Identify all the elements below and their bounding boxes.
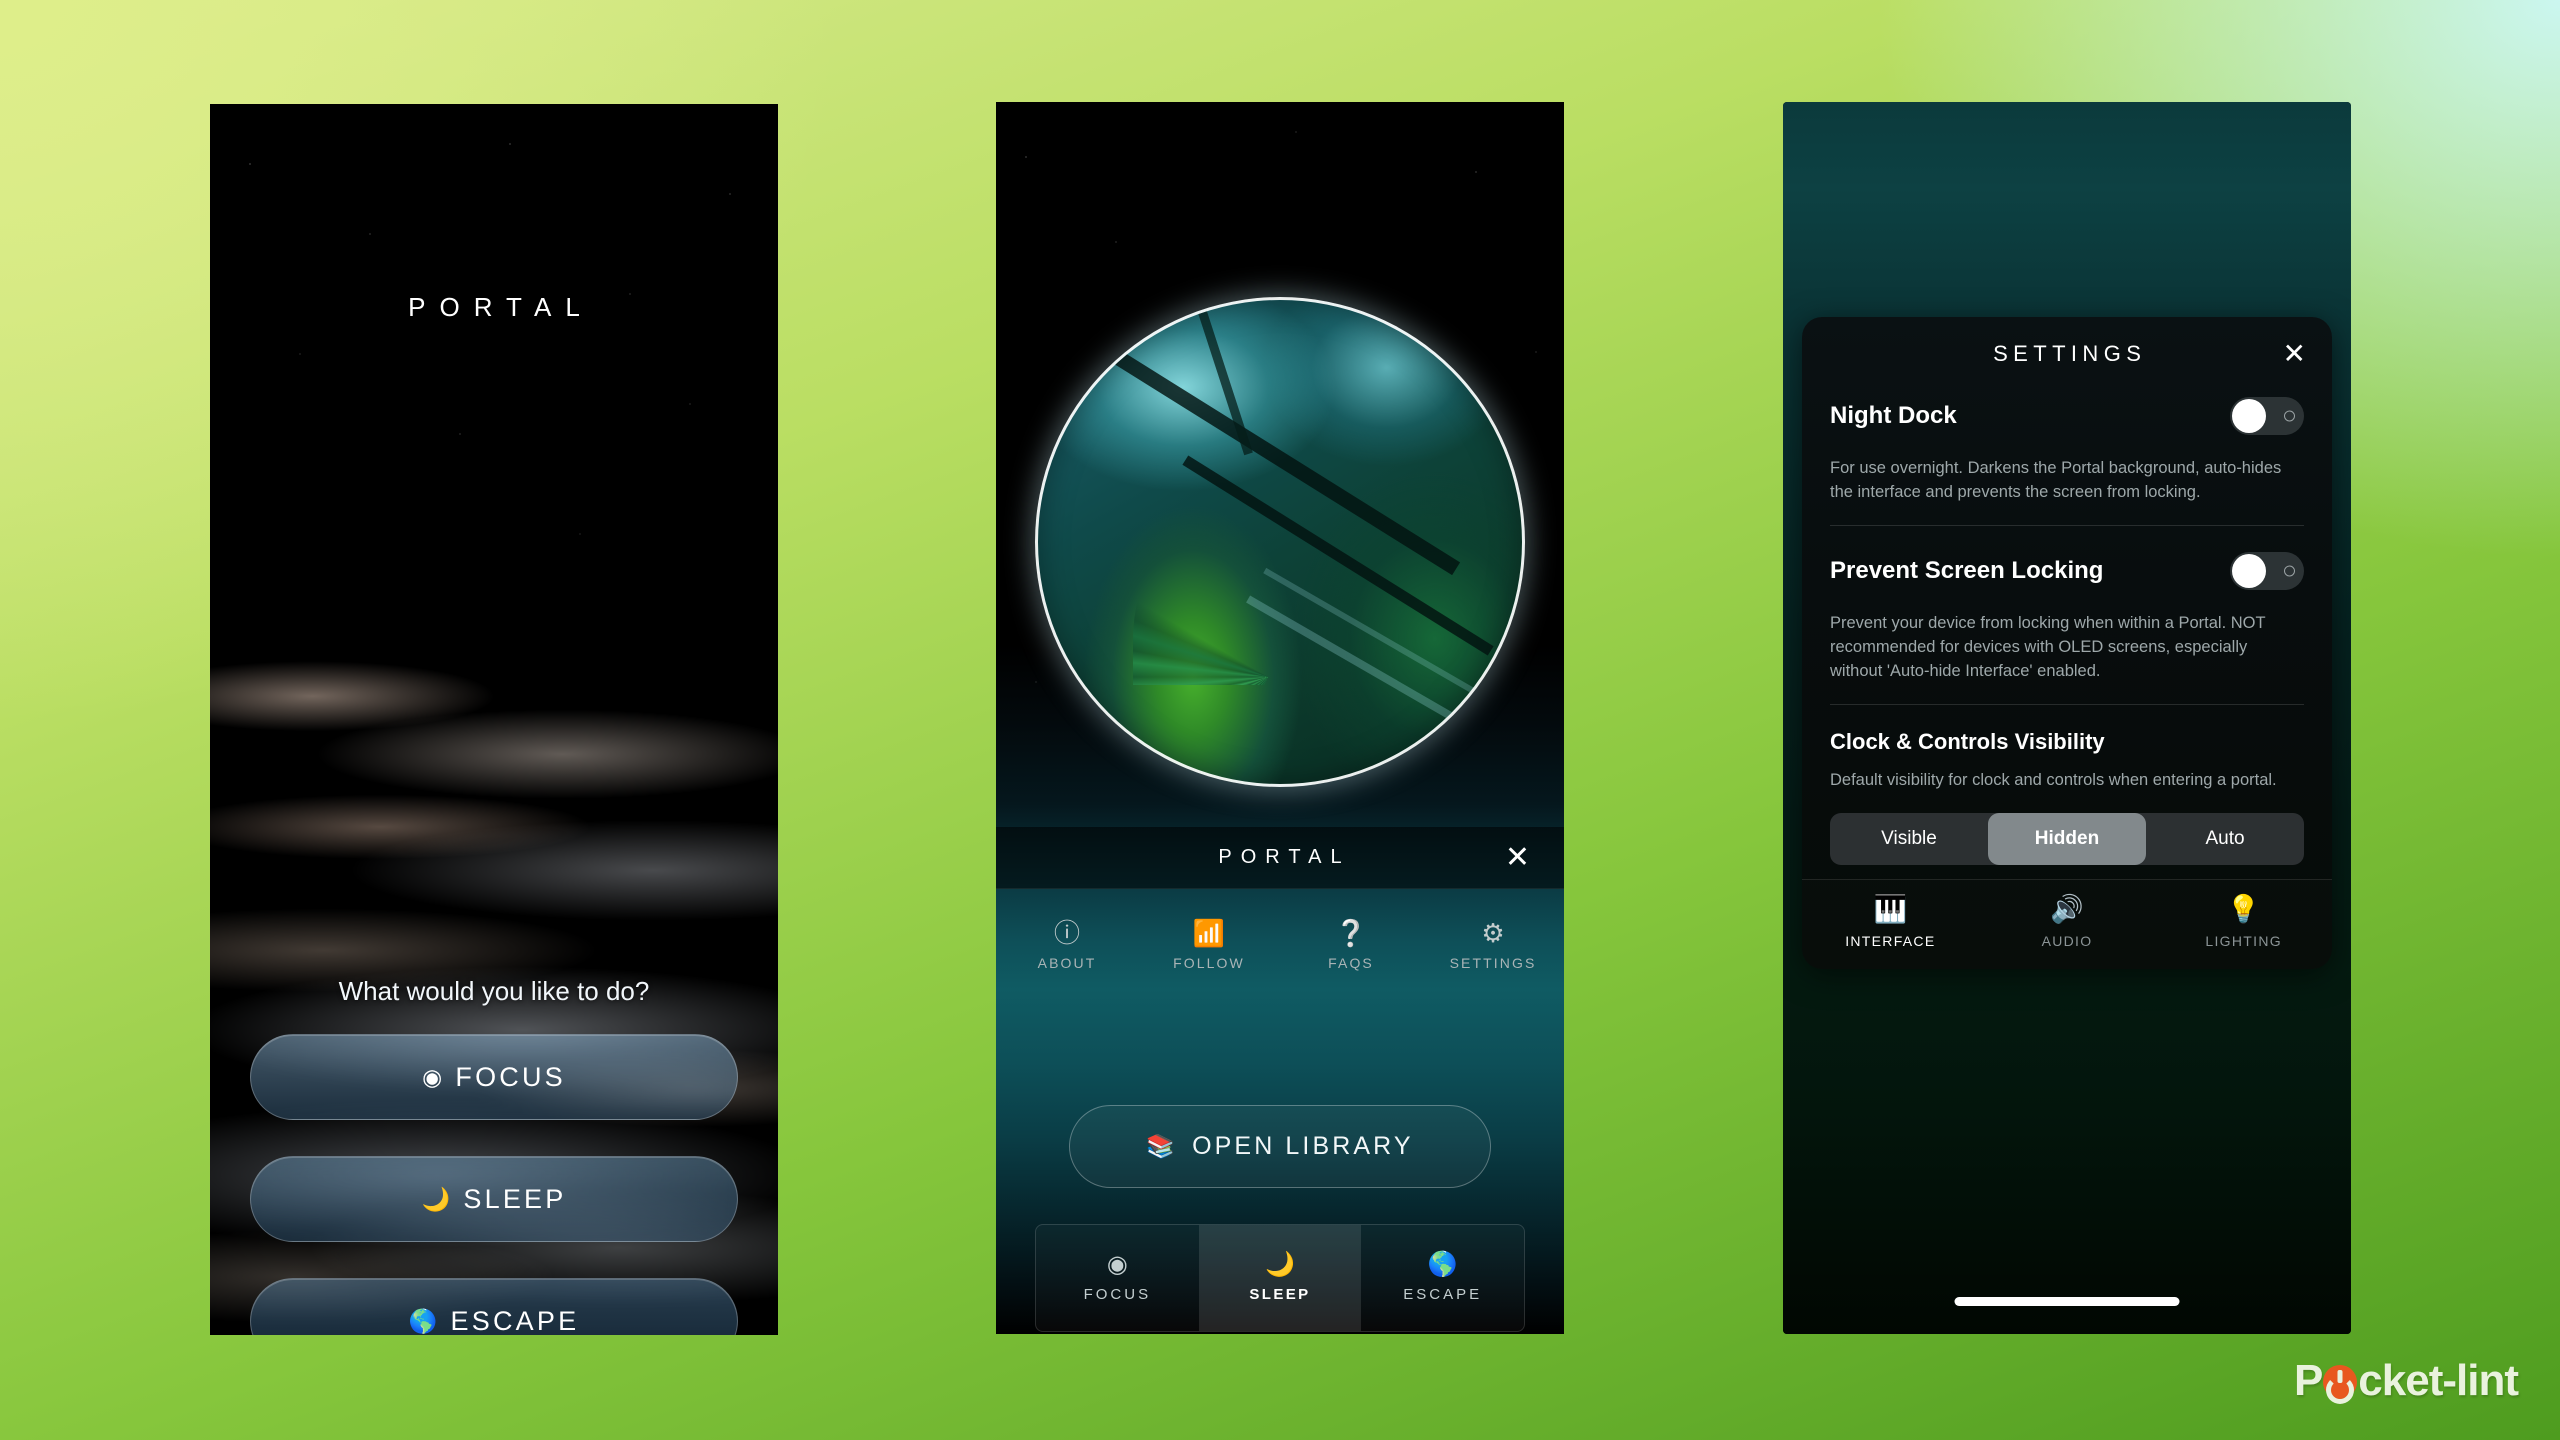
nav-label-follow: FOLLOW [1173, 955, 1245, 971]
nav-item-faqs[interactable]: ❔ FAQS [1280, 920, 1422, 973]
visibility-option-visible[interactable]: Visible [1830, 813, 1988, 865]
focus-button[interactable]: ◉ FOCUS [250, 1034, 738, 1120]
mode-selector: ◉ FOCUS 🌙 SLEEP 🌎 ESCAPE [1035, 1224, 1525, 1332]
power-button-icon [2323, 1365, 2358, 1399]
sliders-icon: 🎹 [1873, 893, 1908, 924]
close-icon[interactable]: ✕ [1505, 842, 1530, 873]
mode-label-focus: FOCUS [1083, 1286, 1152, 1303]
nav-item-follow[interactable]: 📶 FOLLOW [1138, 920, 1280, 973]
visibility-segmented-control: Visible Hidden Auto [1830, 812, 2304, 865]
settings-title: SETTINGS [1993, 341, 2147, 366]
setting-label-night-dock: Night Dock [1830, 402, 1957, 429]
tab-label-interface: INTERFACE [1845, 932, 1936, 949]
escape-button-label: ESCAPE [450, 1305, 580, 1336]
setting-label-prevent-screen-locking: Prevent Screen Locking [1830, 556, 2104, 584]
portal-detail-header: PORTAL ✕ [996, 827, 1564, 889]
open-library-label: OPEN LIBRARY [1192, 1132, 1414, 1160]
toggle-knob [2232, 399, 2266, 433]
toggle-off-indicator-icon [2284, 565, 2295, 577]
setting-description-night-dock: For use overnight. Darkens the Portal ba… [1830, 459, 2282, 501]
close-icon[interactable]: ✕ [2283, 340, 2306, 368]
portal-detail-title: PORTAL [1218, 846, 1351, 868]
open-library-button[interactable]: 📚 OPEN LIBRARY [1069, 1105, 1491, 1188]
divider [1830, 524, 2304, 526]
focus-button-label: FOCUS [455, 1061, 566, 1092]
tab-label-audio: AUDIO [2041, 932, 2093, 949]
section-description-clock-controls-visibility: Default visibility for clock and control… [1830, 770, 2277, 789]
volume-icon: 🔊 [2050, 893, 2084, 924]
escape-button[interactable]: 🌎 ESCAPE [250, 1278, 738, 1335]
visibility-option-hidden[interactable]: Hidden [1988, 812, 2146, 865]
globe-icon: 🌎 [1427, 1251, 1458, 1278]
setting-row-night-dock: Night Dock [1830, 397, 2304, 435]
watermark-text-part1: P [2293, 1356, 2323, 1405]
prevent-screen-locking-toggle[interactable] [2230, 551, 2304, 590]
settings-panel: SETTINGS ✕ Night Dock For use overnight.… [1802, 317, 2332, 969]
nav-item-about[interactable]: ⓘ ABOUT [996, 920, 1138, 973]
mode-tab-focus[interactable]: ◉ FOCUS [1036, 1225, 1199, 1331]
home-prompt: What would you like to do? [338, 976, 650, 1006]
home-indicator[interactable] [1954, 1297, 2180, 1306]
target-icon: ◉ [422, 1063, 446, 1090]
gear-icon: ⚙ [1481, 918, 1505, 948]
starfield [210, 104, 778, 658]
mode-label-sleep: SLEEP [1249, 1286, 1311, 1303]
books-icon: 📚 [1146, 1133, 1179, 1159]
rss-icon: 📶 [1192, 918, 1226, 948]
nav-item-settings[interactable]: ⚙ SETTINGS [1422, 920, 1564, 973]
watermark-text-part2: cket-lint [2358, 1356, 2519, 1405]
moon-icon: 🌙 [1265, 1251, 1295, 1278]
info-icon: ⓘ [1053, 918, 1080, 948]
visibility-option-auto[interactable]: Auto [2146, 813, 2304, 865]
toggle-off-indicator-icon [2284, 410, 2295, 422]
target-icon: ◉ [1106, 1251, 1128, 1278]
tab-label-lighting: LIGHTING [2205, 932, 2282, 949]
nav-label-faqs: FAQS [1328, 955, 1374, 971]
tab-interface[interactable]: 🎹 INTERFACE [1802, 893, 1979, 951]
home-mode-buttons: ◉ FOCUS 🌙 SLEEP 🌎 ESCAPE [250, 1034, 738, 1335]
phone-screen-settings: SETTINGS ✕ Night Dock For use overnight.… [1783, 102, 2351, 1334]
section-title-clock-controls-visibility: Clock & Controls Visibility [1830, 728, 2105, 754]
settings-tab-bar: 🎹 INTERFACE 🔊 AUDIO 💡 LIGHTING [1802, 878, 2332, 969]
moon-icon: 🌙 [421, 1185, 454, 1212]
mode-label-escape: ESCAPE [1403, 1286, 1483, 1303]
sleep-button-label: SLEEP [463, 1183, 567, 1214]
sleep-button[interactable]: 🌙 SLEEP [250, 1156, 738, 1242]
portal-nav-bar: ⓘ ABOUT 📶 FOLLOW ❔ FAQS ⚙ SETTINGS [996, 920, 1564, 973]
globe-icon: 🌎 [408, 1307, 441, 1334]
nav-label-settings: SETTINGS [1449, 955, 1537, 971]
tab-lighting[interactable]: 💡 LIGHTING [2155, 893, 2332, 951]
settings-header: SETTINGS ✕ [1802, 317, 2332, 391]
mode-tab-sleep[interactable]: 🌙 SLEEP [1198, 1225, 1362, 1331]
tab-audio[interactable]: 🔊 AUDIO [1979, 893, 2156, 951]
lightbulb-icon: 💡 [2226, 893, 2261, 924]
question-icon: ❔ [1334, 918, 1368, 948]
portal-preview-circle[interactable] [1035, 297, 1525, 787]
phone-screen-portal-detail: PORTAL ✕ ⓘ ABOUT 📶 FOLLOW ❔ FAQS ⚙ SETTI… [996, 102, 1564, 1334]
trunk-detail [1173, 300, 1253, 456]
nav-label-about: ABOUT [1037, 955, 1097, 971]
settings-body: Night Dock For use overnight. Darkens th… [1802, 391, 2332, 865]
app-title: PORTAL [408, 292, 594, 322]
phone-screen-home: PORTAL What would you like to do? ◉ FOCU… [210, 104, 778, 1335]
night-dock-toggle[interactable] [2230, 397, 2304, 435]
toggle-knob [2232, 553, 2266, 588]
setting-row-prevent-screen-locking: Prevent Screen Locking [1830, 551, 2304, 590]
setting-description-prevent-screen-locking: Prevent your device from locking when wi… [1830, 613, 2266, 680]
divider [1830, 703, 2304, 705]
mode-tab-escape[interactable]: 🌎 ESCAPE [1361, 1225, 1524, 1331]
pocket-lint-watermark: P cket-lint [2293, 1356, 2519, 1406]
